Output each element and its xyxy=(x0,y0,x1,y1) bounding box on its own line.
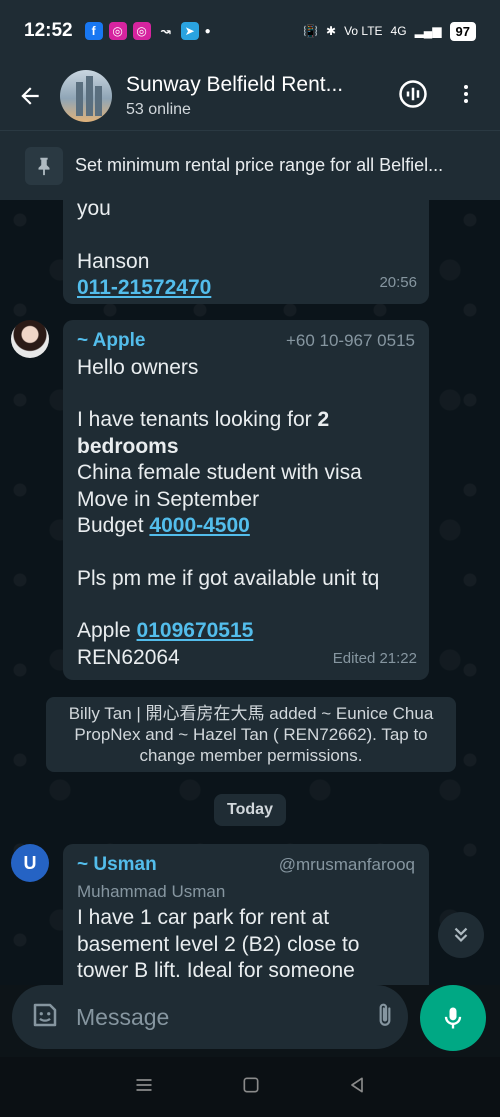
sticker-button[interactable] xyxy=(30,1000,60,1035)
attach-button[interactable] xyxy=(372,1000,398,1035)
pin-icon xyxy=(25,146,63,185)
group-avatar[interactable] xyxy=(60,70,112,122)
avatar-usman[interactable]: U xyxy=(11,844,49,882)
pinned-message-bar[interactable]: Set minimum rental price range for all B… xyxy=(0,130,500,200)
voice-chat-icon xyxy=(399,79,427,108)
message-input[interactable] xyxy=(76,1003,372,1031)
chat-area[interactable]: you Hanson 011-21572470 20:56 ~ Apple +6… xyxy=(0,200,500,985)
triangle-back-icon xyxy=(351,1077,363,1092)
missed-call-icon: ↝ xyxy=(160,24,171,38)
paperclip-icon xyxy=(379,1003,391,1026)
microphone-icon xyxy=(444,1007,462,1029)
message-text: Budget xyxy=(77,514,150,537)
recent-apps-button[interactable] xyxy=(133,1075,155,1100)
message-composer xyxy=(12,985,450,1049)
vibrate-icon: 📳 xyxy=(303,24,319,38)
sender-handle: @mrusmanfarooq xyxy=(278,855,415,874)
sender-phone: +60 10-967 0515 xyxy=(285,331,415,350)
budget-link[interactable]: 4000-4500 xyxy=(149,514,249,537)
avatar-letter: U xyxy=(23,852,37,873)
battery-level: 97 xyxy=(449,21,476,41)
sender-full-name: Muhammad Usman xyxy=(77,881,226,901)
facebook-icon: f xyxy=(84,22,103,40)
pinned-text: Set minimum rental price range for all B… xyxy=(75,155,444,175)
group-name: Sunway Belfield Rent... xyxy=(126,73,344,96)
home-button[interactable] xyxy=(241,1075,261,1100)
message-text: China female student with visa xyxy=(77,461,362,484)
message-bubble-usman[interactable]: ~ Usman @mrusmanfarooq Muhammad Usman I … xyxy=(63,844,429,985)
voice-chat-button[interactable] xyxy=(398,79,428,114)
message-text: I have 1 car park for rent at basement l… xyxy=(77,906,360,982)
message-text: Move in September xyxy=(77,487,260,511)
telegram-icon: ➤ xyxy=(180,22,199,40)
more-options-button[interactable] xyxy=(454,81,478,112)
message-text: Apple xyxy=(77,619,137,642)
back-button[interactable] xyxy=(0,83,60,109)
message-text: Hanson xyxy=(77,249,150,273)
status-time: 12:52 xyxy=(24,20,73,41)
message-text: Hello owners xyxy=(77,355,199,379)
status-bar: 12:52 f ◎ ◎ ↝ ➤ ● 📳 ✱ Vo LTE 4G ▂▄▆ 97 xyxy=(0,0,500,62)
system-navigation-bar xyxy=(0,1057,500,1117)
scroll-to-bottom-button[interactable] xyxy=(438,912,484,958)
more-notifications-dot: ● xyxy=(204,25,211,37)
sticker-icon xyxy=(33,1003,57,1026)
system-message[interactable]: Billy Tan | 開心看房在大馬 added ~ Eunice Chua … xyxy=(46,697,456,772)
square-icon xyxy=(243,1077,259,1092)
menu-lines-icon xyxy=(136,1078,152,1091)
message-time: Edited 21:22 xyxy=(332,649,417,667)
sender-name[interactable]: ~ Apple xyxy=(77,328,145,355)
message-text: I have tenants looking for xyxy=(77,408,318,431)
notification-icons: f ◎ ◎ ↝ ➤ ● xyxy=(84,22,211,40)
message-text: you xyxy=(77,200,111,220)
message-bubble-hanson[interactable]: you Hanson 011-21572470 20:56 xyxy=(63,200,429,304)
system-status: 📳 ✱ Vo LTE 4G ▂▄▆ 97 xyxy=(303,21,476,41)
instagram-icon-2: ◎ xyxy=(132,22,151,40)
message-time: 20:56 xyxy=(379,273,417,291)
sender-name[interactable]: ~ Usman xyxy=(77,852,157,879)
date-separator: Today xyxy=(214,794,286,826)
group-info[interactable]: Sunway Belfield Rent... 53 online xyxy=(126,73,398,119)
online-count: 53 online xyxy=(126,101,191,118)
volte-label: Vo LTE xyxy=(344,24,383,38)
arrow-left-icon xyxy=(21,87,39,105)
bluetooth-icon: ✱ xyxy=(326,24,337,38)
network-type: 4G xyxy=(390,24,407,38)
chat-header: Sunway Belfield Rent... 53 online xyxy=(0,62,500,130)
system-back-button[interactable] xyxy=(347,1075,367,1100)
chevron-double-down-icon xyxy=(454,927,468,943)
more-vertical-icon xyxy=(464,84,468,103)
message-bubble-apple[interactable]: ~ Apple +60 10-967 0515 Hello owners I h… xyxy=(63,320,429,680)
signal-icon: ▂▄▆ xyxy=(414,24,442,38)
phone-link[interactable]: 0109670515 xyxy=(137,619,254,642)
message-text: Pls pm me if got available unit tq xyxy=(77,566,380,590)
phone-link[interactable]: 011-21572470 xyxy=(77,276,211,299)
avatar-apple[interactable] xyxy=(11,320,49,358)
instagram-icon: ◎ xyxy=(108,22,127,40)
record-voice-button[interactable] xyxy=(420,985,486,1051)
